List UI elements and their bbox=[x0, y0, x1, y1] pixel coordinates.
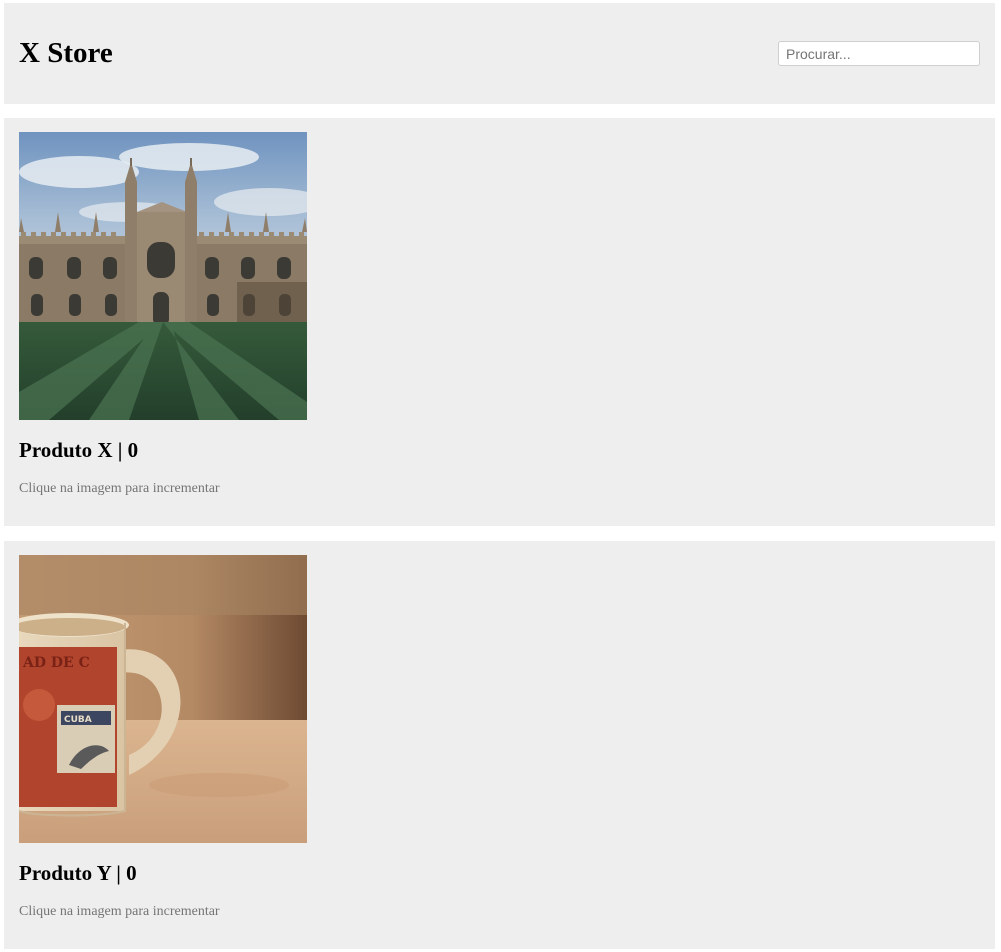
product-card: CUBA AD DE C Produto Y | 0 Clique na ima… bbox=[4, 541, 995, 949]
product-image-college[interactable] bbox=[19, 132, 307, 420]
store-logo: X Store bbox=[19, 37, 113, 69]
product-title: Produto Y | 0 bbox=[19, 861, 137, 885]
product-card: Produto X | 0 Clique na imagem para incr… bbox=[4, 118, 995, 526]
svg-text:CUBA: CUBA bbox=[64, 715, 92, 725]
search-input[interactable] bbox=[778, 41, 980, 66]
product-title: Produto X | 0 bbox=[19, 438, 139, 462]
product-image-mug[interactable]: CUBA AD DE C bbox=[19, 555, 307, 843]
svg-text:AD DE C: AD DE C bbox=[22, 655, 90, 671]
product-hint: Clique na imagem para incrementar bbox=[19, 481, 220, 496]
product-hint: Clique na imagem para incrementar bbox=[19, 904, 220, 919]
site-header: X Store bbox=[4, 3, 995, 104]
